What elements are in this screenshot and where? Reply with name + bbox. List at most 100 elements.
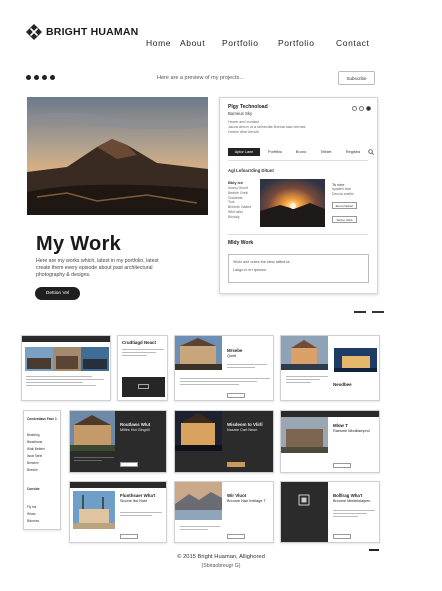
card-button[interactable]	[227, 393, 245, 398]
card-text-lines	[286, 376, 328, 385]
nav-portfolio-2[interactable]: Portfolio	[278, 38, 315, 48]
portfolio-card[interactable]	[21, 335, 111, 401]
main-nav: Home About Portfolio Portfolio Contact	[0, 38, 442, 50]
card-subtitle: Nosme Cart Neun	[227, 428, 258, 432]
portfolio-card[interactable]: Mlow T Raesme Mbolllamprol	[280, 410, 380, 473]
card-title: Neodbee	[333, 382, 352, 388]
portfolio-card[interactable]: Wisdeom to Vlirll Nosme Cart Neun	[174, 410, 274, 473]
sidebar-line[interactable]: Biloness	[27, 519, 39, 523]
card-topbar	[70, 482, 166, 488]
sidebar-line[interactable]: Bheshe	[27, 468, 38, 472]
sunset-image	[260, 179, 325, 227]
tab-bruno[interactable]: Bruno	[290, 148, 312, 156]
pager-dashes[interactable]	[354, 311, 384, 313]
portfolio-card[interactable]: Neodbee	[280, 335, 380, 401]
card-text-lines	[180, 526, 220, 532]
card-subtitle: Raesme Mbolllamprol	[333, 429, 370, 433]
divider	[228, 234, 368, 235]
sub-bar: Here are a preview of my projects... Sub…	[0, 70, 442, 88]
hero-cta-button[interactable]: Dettion Vel	[35, 287, 80, 300]
sidebar-line: Conside	[27, 487, 40, 491]
subbar-text: Here are a preview of my projects...	[157, 75, 244, 81]
card-button[interactable]	[120, 462, 138, 467]
detail-text-box[interactable]: Wobr ane cutes the stew tafted la.. Lakg…	[228, 254, 369, 283]
card-title-text: Bolllrag Wha't	[333, 493, 363, 498]
nav-about[interactable]: About	[180, 38, 205, 48]
site-header: BRIGHT HUAMAN Home About Portfolio Portf…	[0, 0, 442, 60]
nav-portfolio[interactable]: Portfolio	[222, 38, 259, 48]
card-title: Mrsebe Quelt	[227, 348, 242, 359]
card-text-lines	[74, 457, 114, 463]
tab-registra[interactable]: Registra	[340, 148, 366, 156]
control-circle-filled-icon[interactable]	[366, 106, 371, 111]
detail-lines: Home and contact Jacca dreon ut a selvec…	[228, 120, 348, 135]
card-button[interactable]	[333, 463, 351, 468]
detail-left-column: Bkly lce Inionu Grunit Beeble Grett Clol…	[228, 180, 262, 220]
control-circle-icon[interactable]	[359, 106, 364, 111]
sidebar-line[interactable]: Bleadhana	[27, 440, 42, 444]
card-image	[175, 482, 222, 520]
portfolio-card[interactable]: Bolllrag Wha't Brcome Minitelolalpen	[280, 481, 380, 543]
tab-portfolio[interactable]: Portfiblo	[262, 148, 288, 156]
card-dark-panel	[122, 377, 165, 397]
detail-button-2[interactable]: Stolne Vebit	[332, 216, 357, 223]
card-image	[25, 347, 109, 371]
menu-dots-icon[interactable]	[26, 75, 55, 80]
footer-copyright: © 2015 Bright Huaman, Allighored	[177, 554, 265, 560]
card-dark-panel	[281, 482, 328, 542]
detail-right-column: Ts vine Iquidenl lese Deuvra sneltio	[332, 182, 374, 196]
sidebar-line[interactable]: Isnat Steel	[27, 454, 42, 458]
sidebar-line[interactable]: Bresene	[27, 461, 39, 465]
card-title: Crudtiagd Neact	[122, 340, 156, 346]
control-circle-icon[interactable]	[352, 106, 357, 111]
sidebar-line[interactable]: Fiy bis	[27, 505, 36, 509]
card-text-lines	[120, 512, 162, 518]
portfolio-card[interactable]: Routlaws Wlut Milllrs Hot Gingrill	[69, 410, 167, 473]
card-image	[175, 336, 222, 370]
sidebar-card: Condeatlass Fase 1 Beabfolg Bleadhana Wi…	[23, 410, 61, 530]
box-line: Lakgo in en tpesion.	[233, 268, 267, 272]
card-title-text: Mlow T	[333, 423, 348, 428]
detail-line: Hotnin dine bendh	[228, 130, 259, 134]
hero-description-text: Here are my works which, latest in my po…	[36, 258, 159, 271]
card-button[interactable]	[227, 534, 245, 539]
sidebar-line[interactable]: Beabfolg	[27, 433, 40, 437]
footer-dash	[369, 549, 379, 551]
brand-name: BRIGHT HUAMAN	[46, 26, 139, 38]
card-image	[281, 417, 328, 453]
box-line: Wobr ane cutes the stew tafted la..	[233, 260, 292, 264]
portfolio-card[interactable]: Wir Vluot Brcome Nan Inellage T	[174, 481, 274, 543]
card-subtitle: Quelt	[227, 354, 237, 358]
detail-section-title: Agl Lofoarrding Ditunt	[228, 168, 274, 173]
hero-description-text-2: photography & designs.	[36, 272, 91, 278]
card-button[interactable]	[333, 534, 351, 539]
card-image	[70, 411, 115, 451]
card-button[interactable]	[227, 462, 245, 467]
card-subtitle: Milllrs Hot Gingrill	[120, 428, 150, 432]
search-icon[interactable]	[368, 149, 374, 155]
card-text-lines	[333, 510, 375, 519]
card-text-lines	[122, 349, 164, 358]
tab-teiblet[interactable]: Teiblet	[314, 148, 338, 156]
nav-home[interactable]: Home	[146, 38, 171, 48]
footer-subtext: (Sbiraobreugr G)	[201, 563, 241, 569]
detail-mywork-title: Mldy Work	[228, 240, 254, 246]
sidebar-line[interactable]: Wloss	[27, 512, 36, 516]
card-text-lines	[227, 364, 267, 370]
card-title: Flunthsaer Wha't Sioone Itut Note	[120, 493, 155, 504]
nav-contact[interactable]: Contact	[336, 38, 370, 48]
card-title-text: Mrsebe	[227, 348, 243, 353]
portfolio-card[interactable]: Flunthsaer Wha't Sioone Itut Note	[69, 481, 167, 543]
detail-button-1[interactable]: Ecoro Nebert	[332, 202, 357, 209]
tab-aptor-lane[interactable]: Aptor Lane	[228, 148, 260, 156]
portfolio-card[interactable]: Mrsebe Quelt	[174, 335, 274, 401]
subscribe-button[interactable]: Subscribe	[338, 71, 375, 85]
card-image	[281, 336, 328, 370]
card-button[interactable]	[120, 534, 138, 539]
card-text-lines	[180, 378, 270, 387]
detail-tabs: Aptor Lane Portfiblo Bruno Teiblet Regis…	[228, 148, 374, 156]
sidebar-line[interactable]: Wiall Bettem	[27, 447, 45, 451]
card-topbar	[22, 336, 110, 342]
portfolio-card[interactable]: Crudtiagd Neact	[117, 335, 168, 401]
card-image	[175, 411, 222, 451]
